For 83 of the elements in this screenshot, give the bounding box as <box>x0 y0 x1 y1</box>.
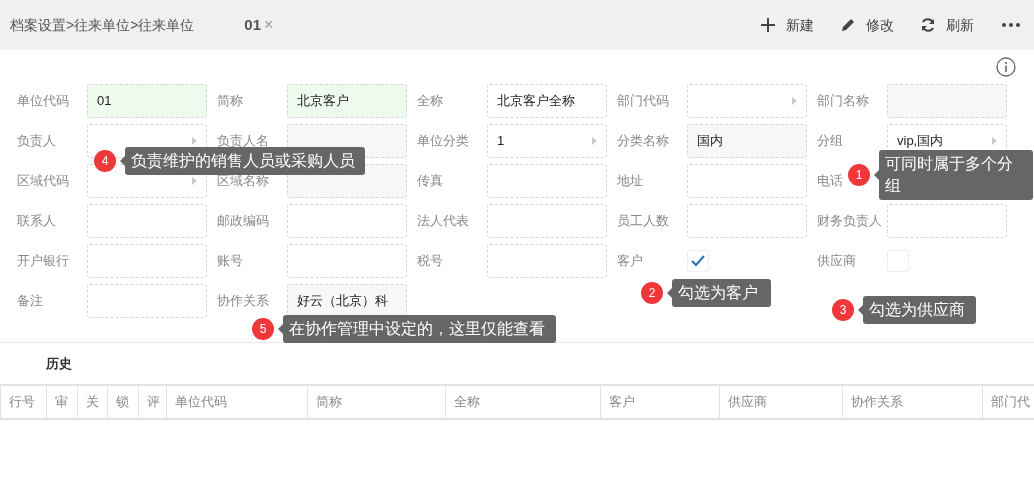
field-label: 账号 <box>217 252 243 271</box>
column-header: 简称 <box>308 386 446 418</box>
tooltip: 可同时属于多个分组 <box>879 150 1033 200</box>
field-label: 简称 <box>217 92 243 111</box>
input-field[interactable] <box>887 84 1007 118</box>
field-label: 区域代码 <box>17 172 69 191</box>
field-label: 负责人 <box>17 132 56 151</box>
field-label: 传真 <box>417 172 443 191</box>
number-badge: 1 <box>848 164 870 186</box>
field-label: 地址 <box>617 172 643 191</box>
pencil-icon <box>840 17 856 33</box>
field-label: 客户 <box>617 252 643 271</box>
input-field[interactable] <box>687 204 807 238</box>
field-label: 部门代码 <box>617 92 669 111</box>
field-label: 法人代表 <box>417 212 469 231</box>
input-field[interactable]: 北京客户 <box>287 84 407 118</box>
input-field[interactable] <box>887 204 1007 238</box>
field-label: 电话 <box>817 172 843 191</box>
field-label: 员工人数 <box>617 212 669 231</box>
column-header: 部门代 <box>983 386 1034 418</box>
input-field[interactable] <box>487 204 607 238</box>
field-label: 供应商 <box>817 252 856 271</box>
column-header: 评 <box>139 386 167 418</box>
refresh-button[interactable]: 刷新 <box>920 14 974 36</box>
tooltip: 负责维护的销售人员或采购人员 <box>125 147 365 175</box>
number-badge: 5 <box>252 318 274 340</box>
field-label: 单位分类 <box>417 132 469 151</box>
field-label: 备注 <box>17 292 43 311</box>
field-label: 分组 <box>817 132 843 151</box>
column-header: 关 <box>78 386 108 418</box>
input-field[interactable] <box>687 164 807 198</box>
field-label: 部门名称 <box>817 92 869 111</box>
tooltip: 在协作管理中设定的，这里仅能查看 <box>283 315 556 343</box>
input-field[interactable] <box>87 204 207 238</box>
number-badge: 3 <box>832 299 854 321</box>
tab-label[interactable]: 01 <box>244 13 262 37</box>
input-field[interactable]: 北京客户全称 <box>487 84 607 118</box>
section-title: 历史 <box>46 354 72 373</box>
field-label: 邮政编码 <box>217 212 269 231</box>
column-header: 供应商 <box>720 386 843 418</box>
input-field[interactable] <box>87 284 207 318</box>
caret-icon <box>792 97 797 105</box>
caret-icon <box>592 137 597 145</box>
field-label: 区域名称 <box>217 172 269 191</box>
input-field[interactable] <box>87 244 207 278</box>
input-field[interactable] <box>487 244 607 278</box>
field-label: 财务负责人 <box>817 212 882 231</box>
column-header: 全称 <box>446 386 601 418</box>
field-label: 分类名称 <box>617 132 669 151</box>
checkbox[interactable] <box>687 250 709 272</box>
caret-icon <box>192 177 197 185</box>
info-icon[interactable] <box>996 57 1016 77</box>
input-field[interactable] <box>287 244 407 278</box>
new-button[interactable]: 新建 <box>760 14 814 36</box>
tooltip: 勾选为供应商 <box>863 296 976 324</box>
number-badge: 2 <box>641 282 663 304</box>
field-label: 税号 <box>417 252 443 271</box>
input-field[interactable] <box>487 164 607 198</box>
caret-icon <box>192 137 197 145</box>
tooltip: 勾选为客户 <box>672 279 771 307</box>
field-label: 全称 <box>417 92 443 111</box>
field-label: 协作关系 <box>217 292 269 311</box>
input-field[interactable] <box>287 204 407 238</box>
check-icon <box>691 255 705 267</box>
edit-button[interactable]: 修改 <box>840 14 894 36</box>
field-label: 开户银行 <box>17 252 69 271</box>
refresh-icon <box>920 17 936 33</box>
select-field[interactable]: 1 <box>487 124 607 158</box>
field-label: 联系人 <box>17 212 56 231</box>
column-header: 协作关系 <box>843 386 983 418</box>
plus-icon <box>760 17 776 33</box>
column-header: 行号 <box>0 386 47 418</box>
input-field[interactable]: 好云（北京）科 <box>287 284 407 318</box>
column-header: 客户 <box>601 386 720 418</box>
column-header: 单位代码 <box>167 386 308 418</box>
input-field[interactable]: 国内 <box>687 124 807 158</box>
column-header: 锁 <box>108 386 139 418</box>
column-header: 审 <box>47 386 78 418</box>
input-field[interactable]: 01 <box>87 84 207 118</box>
caret-icon <box>992 137 997 145</box>
select-field[interactable] <box>687 84 807 118</box>
field-label: 单位代码 <box>17 92 69 111</box>
breadcrumb: 档案设置>往来单位>往来单位 <box>10 15 195 35</box>
